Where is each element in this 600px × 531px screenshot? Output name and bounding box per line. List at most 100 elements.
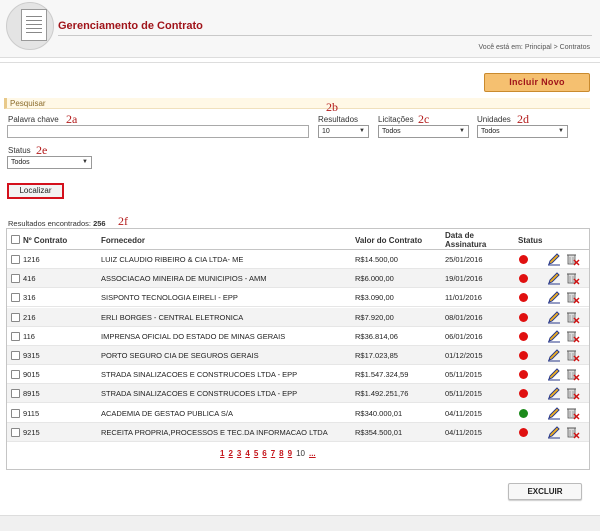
app-logo	[6, 2, 54, 50]
status-selected: Todos	[11, 159, 30, 166]
cell-data: 04/11/2015	[445, 427, 482, 437]
trash-x-icon[interactable]	[566, 310, 580, 324]
cell-fornecedor: SISPONTO TECNOLOGIA EIRELI - EPP	[101, 293, 238, 303]
status-indicator	[519, 351, 528, 360]
resultados-select[interactable]: 10 ▼	[318, 125, 369, 138]
pencil-icon[interactable]	[547, 252, 561, 266]
row-checkbox[interactable]	[11, 370, 20, 380]
pencil-icon[interactable]	[547, 367, 561, 381]
annotation-2f: 2f	[118, 214, 128, 228]
page-link[interactable]: 3	[237, 449, 241, 458]
row-checkbox[interactable]	[11, 255, 20, 264]
table-row: 416 ASSOCIACAO MINEIRA DE MUNICIPIOS - AM…	[7, 269, 589, 289]
cell-numero: 116	[23, 331, 35, 341]
page-link[interactable]: 8	[279, 449, 283, 458]
page-link[interactable]: 5	[254, 449, 258, 458]
row-checkbox[interactable]	[11, 274, 20, 284]
row-checkbox[interactable]	[11, 351, 20, 360]
table-row: 1216 LUIZ CLAUDIO RIBEIRO & CIA LTDA- ME R…	[7, 250, 589, 269]
page-link[interactable]: 4	[245, 449, 249, 458]
row-checkbox[interactable]	[11, 331, 20, 341]
cell-valor: R$3.090,00	[355, 293, 394, 303]
cell-data: 06/01/2016	[445, 331, 483, 341]
cell-valor: R$36.814,06	[355, 331, 398, 341]
incluir-novo-button[interactable]: Incluir Novo	[484, 73, 590, 92]
page-title: Gerenciamento de Contrato	[58, 20, 203, 32]
excluir-button[interactable]: EXCLUIR	[508, 483, 582, 500]
keyword-input[interactable]	[7, 125, 309, 138]
cell-data: 05/11/2015	[445, 370, 482, 380]
status-label: Status	[8, 146, 31, 155]
trash-x-icon[interactable]	[566, 406, 580, 420]
status-indicator	[519, 312, 528, 322]
cell-valor: R$1.492.251,76	[355, 389, 409, 399]
col-valor: Valor do Contrato	[355, 236, 423, 245]
cell-valor: R$1.547.324,59	[355, 370, 409, 380]
trash-x-icon[interactable]	[566, 271, 580, 285]
keyword-label: Palavra chave	[8, 115, 59, 124]
cell-numero: 9015	[23, 370, 40, 380]
select-all-checkbox[interactable]	[11, 235, 20, 244]
pencil-icon[interactable]	[547, 386, 561, 400]
cell-fornecedor: STRADA SINALIZACOES E CONSTRUCOES LTDA -…	[101, 389, 298, 399]
table-row: 8915 STRADA SINALIZACOES E CONSTRUCOES LT…	[7, 384, 589, 404]
page-header: Gerenciamento de Contrato Você está em: …	[0, 0, 600, 58]
pencil-icon[interactable]	[547, 290, 561, 304]
pencil-icon[interactable]	[547, 310, 561, 324]
trash-x-icon[interactable]	[566, 329, 580, 343]
licitacoes-select[interactable]: Todos ▼	[378, 125, 469, 138]
pencil-icon[interactable]	[547, 406, 561, 420]
cell-data: 11/01/2016	[445, 293, 482, 303]
results-count: Resultados encontrados: 256	[8, 219, 106, 228]
status-select[interactable]: Todos ▼	[7, 156, 92, 169]
pencil-icon[interactable]	[547, 425, 561, 439]
status-indicator	[519, 331, 528, 341]
col-fornecedor: Fornecedor	[101, 236, 146, 245]
row-checkbox[interactable]	[11, 389, 20, 399]
table-row: 9015 STRADA SINALIZACOES E CONSTRUCOES LT…	[7, 365, 589, 385]
page-link[interactable]: 6	[262, 449, 266, 458]
pencil-icon[interactable]	[547, 348, 561, 362]
cell-fornecedor: LUIZ CLAUDIO RIBEIRO & CIA LTDA- ME	[101, 255, 244, 264]
unidades-select[interactable]: Todos ▼	[477, 125, 568, 138]
localizar-button[interactable]: Localizar	[7, 183, 64, 199]
page-link[interactable]: 1	[220, 449, 224, 458]
cell-valor: R$340.000,01	[355, 408, 403, 418]
trash-x-icon[interactable]	[566, 348, 580, 362]
cell-fornecedor: PORTO SEGURO CIA DE SEGUROS GERAIS	[101, 351, 259, 360]
trash-x-icon[interactable]	[566, 386, 580, 400]
row-checkbox[interactable]	[11, 427, 20, 437]
row-checkbox[interactable]	[11, 312, 20, 322]
cell-data: 01/12/2015	[445, 351, 483, 360]
status-indicator	[519, 255, 528, 264]
results-label: Resultados encontrados:	[8, 219, 91, 228]
page-link[interactable]: 9	[288, 449, 292, 458]
page-link[interactable]: 7	[271, 449, 275, 458]
pencil-icon[interactable]	[547, 271, 561, 285]
cell-numero: 216	[23, 312, 36, 322]
page-current: 10	[296, 449, 305, 458]
trash-x-icon[interactable]	[566, 367, 580, 381]
trash-x-icon[interactable]	[566, 425, 580, 439]
row-checkbox[interactable]	[11, 293, 20, 303]
cell-valor: R$7.920,00	[355, 312, 394, 322]
cell-numero: 1216	[23, 255, 40, 264]
trash-x-icon[interactable]	[566, 252, 580, 266]
status-indicator	[519, 274, 528, 284]
cell-fornecedor: STRADA SINALIZACOES E CONSTRUCOES LTDA -…	[101, 370, 298, 380]
chevron-down-icon: ▼	[82, 159, 88, 165]
row-checkbox[interactable]	[11, 408, 20, 418]
resultados-selected: 10	[322, 128, 330, 135]
cell-data: 04/11/2015	[445, 408, 482, 418]
table-row: 216 ERLI BORGES - CENTRAL ELETRONICA R$7.9…	[7, 307, 589, 327]
pencil-icon[interactable]	[547, 329, 561, 343]
cell-data: 05/11/2015	[445, 389, 482, 399]
table-row: 9115 ACADEMIA DE GESTAO PUBLICA S/A R$340.…	[7, 404, 589, 423]
trash-x-icon[interactable]	[566, 290, 580, 304]
page-link[interactable]: 2	[228, 449, 232, 458]
cell-numero: 9315	[23, 351, 40, 360]
document-icon	[21, 9, 47, 41]
annotation-2b: 2b	[326, 100, 338, 114]
page-more-link[interactable]: ...	[309, 449, 316, 458]
col-numero: Nº Contrato	[23, 236, 68, 245]
